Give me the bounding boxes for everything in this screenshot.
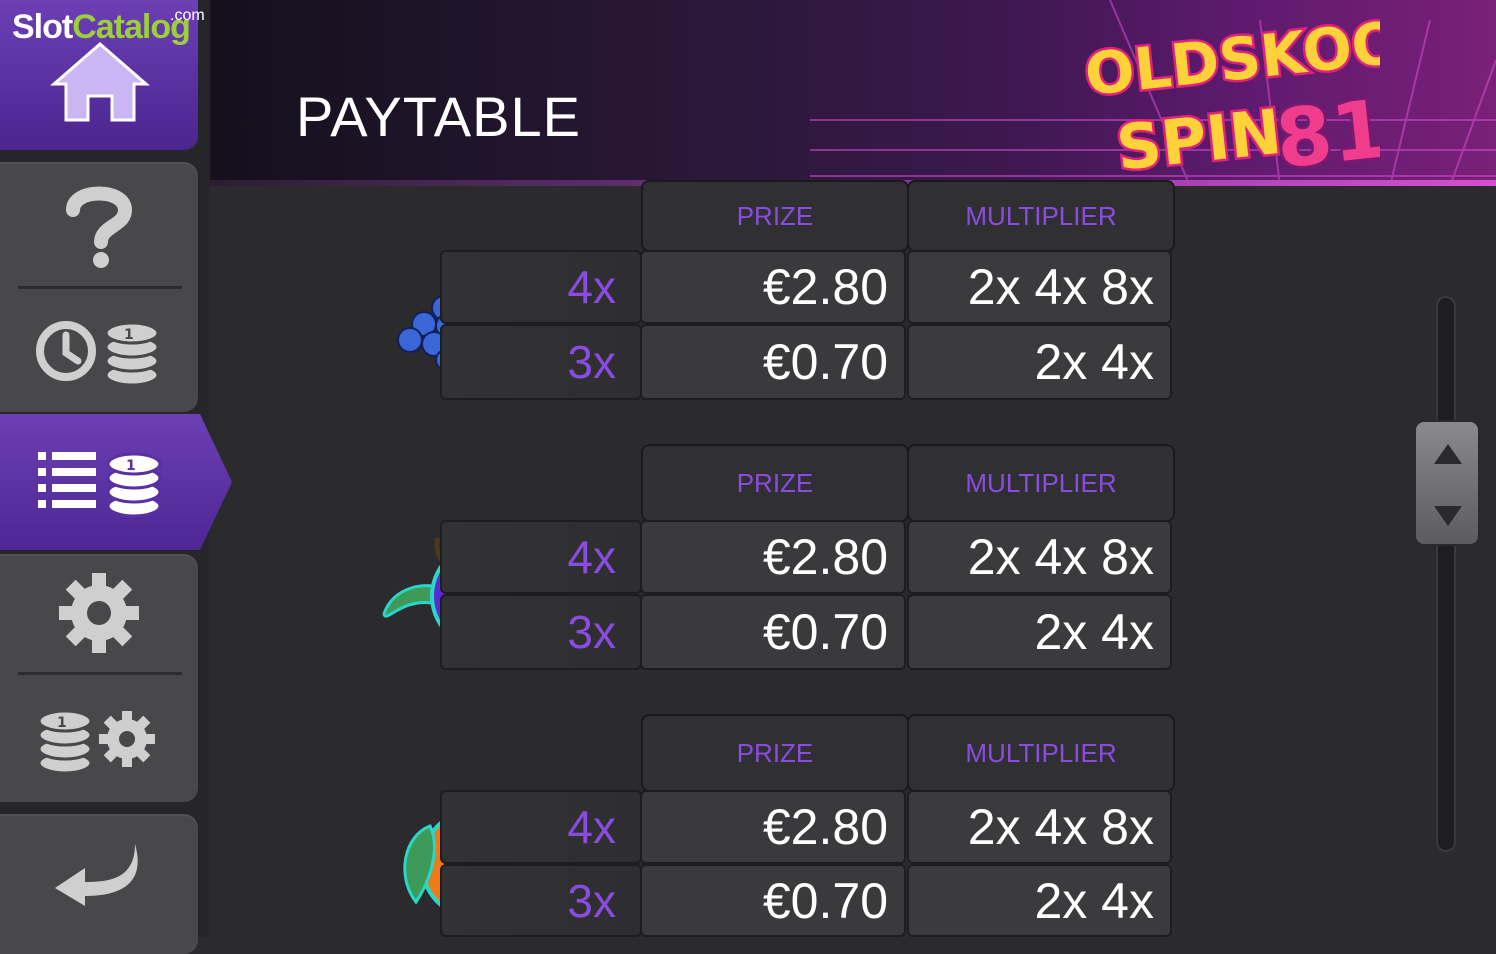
header: PAYTABLE OLDSKOOL SPIN 81 xyxy=(210,0,1496,186)
count-cell: 3x xyxy=(440,594,642,670)
back-arrow-icon xyxy=(55,844,138,906)
multiplier-header: MULTIPLIER xyxy=(907,444,1175,522)
back-button[interactable] xyxy=(0,814,198,932)
help-button[interactable] xyxy=(0,162,198,288)
multiplier-header: MULTIPLIER xyxy=(907,714,1175,792)
multiplier-cell: 2x 4x 8x xyxy=(907,520,1172,594)
multiplier-cell: 2x 4x xyxy=(907,864,1172,937)
multiplier-cell: 2x 4x 8x xyxy=(907,250,1172,324)
sidebar-group-back xyxy=(0,814,198,954)
watermark-slot: Slot xyxy=(12,8,73,46)
page-title: PAYTABLE xyxy=(296,85,581,148)
prize-header: PRIZE xyxy=(641,180,909,252)
scroll-down-icon[interactable] xyxy=(1434,506,1462,526)
prize-cell: €2.80 xyxy=(640,520,906,594)
prize-header: PRIZE xyxy=(641,444,909,522)
multiplier-cell: 2x 4x xyxy=(907,324,1172,400)
svg-text:1: 1 xyxy=(57,715,67,731)
prize-cell: €0.70 xyxy=(640,594,906,670)
bet-settings-button[interactable]: 1 xyxy=(0,675,198,802)
multiplier-cell: 2x 4x 8x xyxy=(907,790,1172,864)
history-button[interactable]: 1 xyxy=(0,289,198,412)
paytable-list-coins-icon: 1 xyxy=(38,452,162,518)
count-cell: 4x xyxy=(440,250,642,324)
scroll-thumb[interactable] xyxy=(1414,420,1480,546)
count-cell: 4x xyxy=(440,790,642,864)
symbol-row-orange: 4x €2.80 2x 4x 8x 3x €0.70 2x 4x xyxy=(440,790,1172,938)
sidebar-group-top: 1 xyxy=(0,162,198,412)
prize-cell: €2.80 xyxy=(640,250,906,324)
paytable-button[interactable]: 1 xyxy=(0,414,232,550)
question-icon xyxy=(66,186,133,268)
sidebar-group-bottom: 1 xyxy=(0,554,198,802)
prize-cell: €2.80 xyxy=(640,790,906,864)
count-cell: 3x xyxy=(440,324,642,400)
prize-cell: €0.70 xyxy=(640,324,906,400)
watermark-com: .com xyxy=(170,7,205,24)
logo-line2: SPIN xyxy=(1113,95,1285,184)
settings-button[interactable] xyxy=(0,554,198,672)
multiplier-header: MULTIPLIER xyxy=(907,180,1175,252)
count-cell: 3x xyxy=(440,864,642,937)
prize-cell: €0.70 xyxy=(640,864,906,937)
gear-icon xyxy=(59,573,139,653)
svg-text:1: 1 xyxy=(124,327,134,343)
scroll-up-icon[interactable] xyxy=(1434,444,1462,464)
scroll-track[interactable] xyxy=(1436,296,1456,852)
count-cell: 4x xyxy=(440,520,642,594)
symbol-row-grapes: 4x €2.80 2x 4x 8x 3x €0.70 2x 4x xyxy=(440,250,1172,400)
sidebar: 1 1 1 xyxy=(0,0,232,954)
logo-number: 81 xyxy=(1272,82,1380,184)
prize-header: PRIZE xyxy=(641,714,909,792)
home-icon xyxy=(50,42,150,122)
svg-text:1: 1 xyxy=(126,458,136,474)
coins-settings-icon: 1 xyxy=(37,709,155,774)
symbol-row-plum: 4x €2.80 2x 4x 8x 3x €0.70 2x 4x xyxy=(440,520,1172,670)
slotcatalog-watermark: SlotCatalog .com xyxy=(12,8,205,46)
history-coins-icon: 1 xyxy=(36,320,160,386)
game-logo: OLDSKOOL SPIN 81 xyxy=(1080,14,1380,184)
multiplier-cell: 2x 4x xyxy=(907,594,1172,670)
